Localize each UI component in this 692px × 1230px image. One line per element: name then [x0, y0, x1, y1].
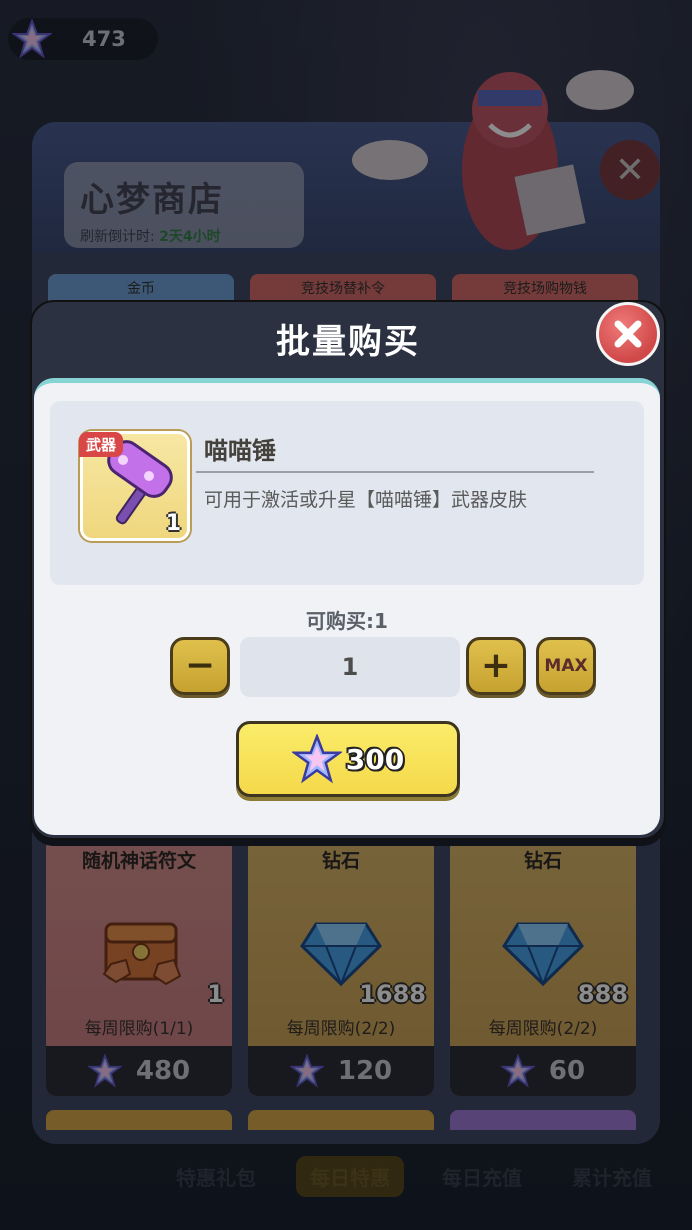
item-count: 1 [165, 511, 181, 536]
can-buy-label: 可购买:1 [306, 609, 388, 633]
max-label: MAX [544, 656, 588, 676]
star-crystal-icon [291, 734, 342, 784]
max-button[interactable]: MAX [536, 637, 596, 695]
decrease-button[interactable]: − [170, 637, 230, 695]
increase-button[interactable]: + [466, 637, 526, 695]
item-type-tag: 武器 [79, 432, 124, 457]
close-icon [614, 320, 642, 348]
item-icon-frame: 武器 1 [79, 431, 190, 541]
bulk-buy-modal: 批量购买 武器 1 喵喵锤 可用于激活或升星【喵喵锤】武器皮肤 可购买:1 − [30, 300, 666, 840]
buy-button[interactable]: 300 [236, 721, 460, 797]
item-name: 喵喵锤 [204, 437, 276, 465]
item-divider [196, 471, 594, 473]
plus-icon: + [480, 645, 512, 686]
modal-title: 批量购买 [276, 322, 420, 362]
item-info-box: 武器 1 喵喵锤 可用于激活或升星【喵喵锤】武器皮肤 [50, 401, 644, 585]
buy-price: 300 [345, 742, 405, 776]
modal-body: 武器 1 喵喵锤 可用于激活或升星【喵喵锤】武器皮肤 可购买:1 − + MAX… [34, 378, 660, 835]
minus-icon: − [184, 645, 216, 686]
quantity-input[interactable] [240, 637, 460, 697]
modal-close-button[interactable] [596, 302, 660, 366]
item-description: 可用于激活或升星【喵喵锤】武器皮肤 [204, 489, 528, 511]
